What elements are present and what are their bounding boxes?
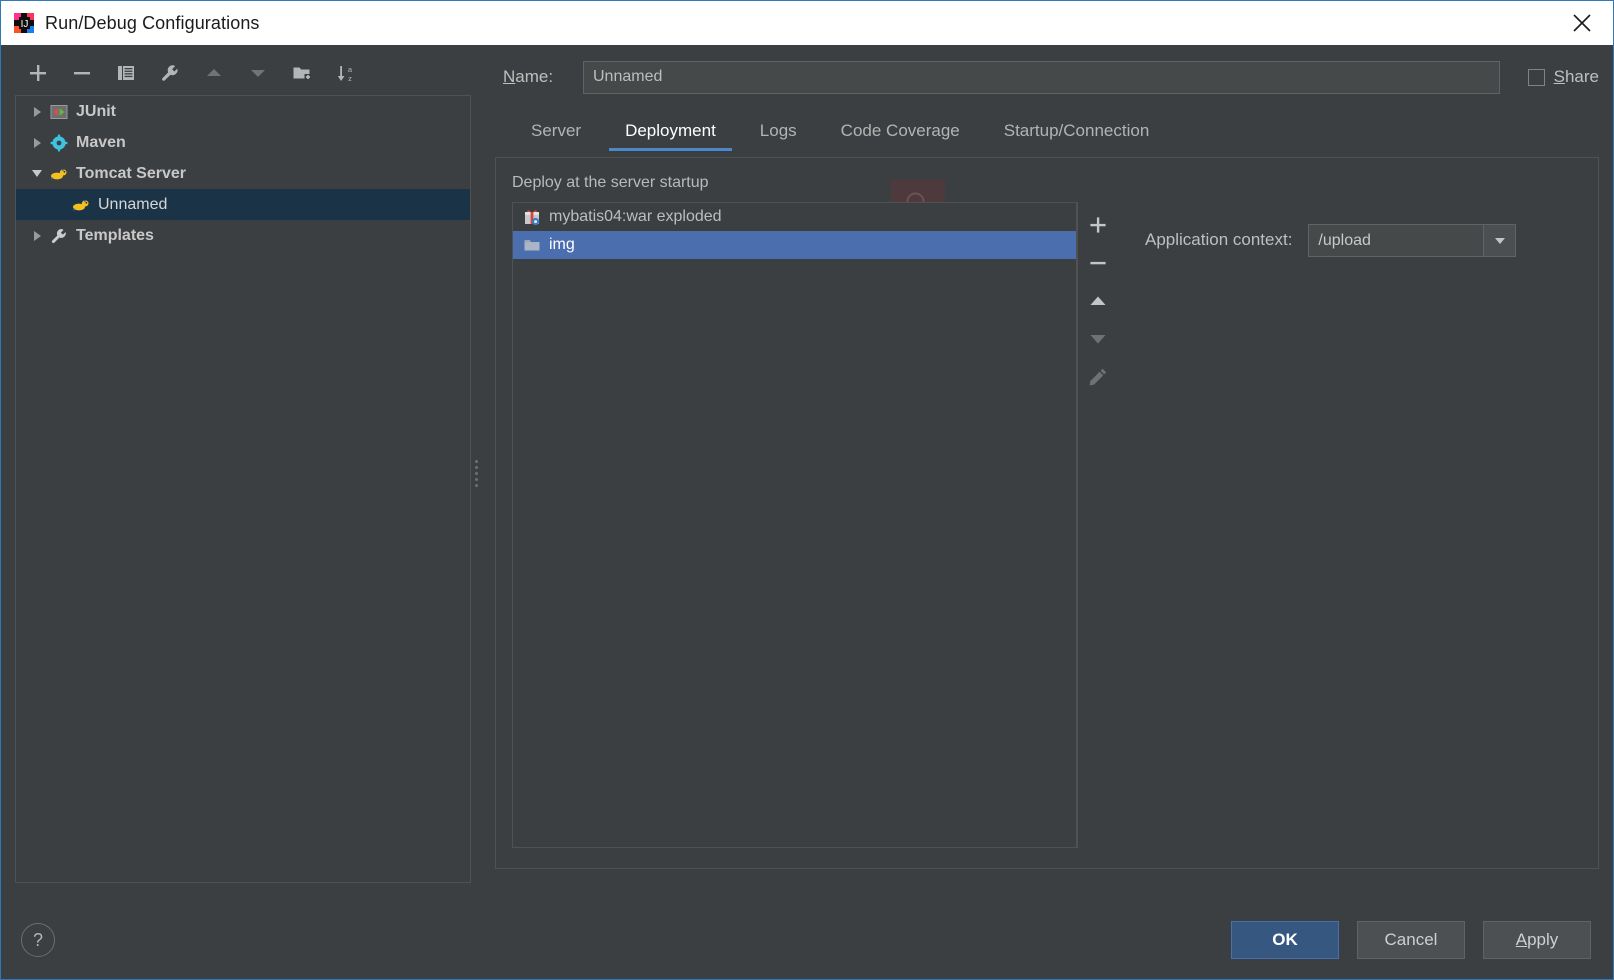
tree-item-label: Templates xyxy=(76,227,154,245)
artifact-list[interactable]: mybatis04:war exploded img xyxy=(512,202,1077,848)
svg-text:IJ: IJ xyxy=(21,19,29,30)
folder-icon xyxy=(521,236,543,254)
tab-server[interactable]: Server xyxy=(509,111,603,151)
chevron-down-icon[interactable] xyxy=(26,170,48,177)
junit-icon xyxy=(48,103,70,121)
move-artifact-down-button[interactable] xyxy=(1081,322,1115,356)
move-artifact-up-button[interactable] xyxy=(1081,284,1115,318)
share-label-mnemonic: S xyxy=(1554,67,1565,86)
tree-item-maven[interactable]: Maven xyxy=(16,127,470,158)
ok-button[interactable]: OK xyxy=(1231,921,1339,959)
configuration-editor-panel: Name: Share Server Deployment Logs Code … xyxy=(481,45,1613,901)
tree-item-label: Unnamed xyxy=(98,196,167,214)
arrow-up-icon[interactable] xyxy=(199,58,229,88)
svg-text:z: z xyxy=(348,74,352,83)
deploy-group-title: Deploy at the server startup xyxy=(512,174,1580,192)
apply-label-mnemonic: A xyxy=(1516,930,1527,950)
splitter-grip-icon xyxy=(475,460,478,487)
application-context-row: Application context: /upload xyxy=(1117,202,1580,848)
tab-code-coverage[interactable]: Code Coverage xyxy=(819,111,982,151)
dialog-body: a z JUnit xyxy=(1,45,1613,901)
application-context-combo[interactable]: /upload xyxy=(1308,224,1516,257)
chevron-right-icon[interactable] xyxy=(26,231,48,241)
configurations-toolbar: a z xyxy=(15,53,471,93)
dialog-footer: ? OK Cancel Apply xyxy=(1,901,1613,979)
title-bar: IJ Run/Debug Configurations xyxy=(1,1,1613,45)
share-checkbox-box[interactable] xyxy=(1528,69,1545,86)
add-artifact-button[interactable] xyxy=(1081,208,1115,242)
remove-configuration-button[interactable] xyxy=(67,58,97,88)
tree-item-label: JUnit xyxy=(76,103,116,121)
list-item-label: img xyxy=(549,236,575,254)
name-label-rest: ame: xyxy=(515,67,553,86)
tree-item-label: Maven xyxy=(76,134,126,152)
sort-az-icon[interactable]: a z xyxy=(331,58,361,88)
remove-artifact-button[interactable] xyxy=(1081,246,1115,280)
footer-buttons: OK Cancel Apply xyxy=(1231,921,1591,959)
maven-gear-icon xyxy=(48,134,70,152)
tab-logs[interactable]: Logs xyxy=(738,111,819,151)
copy-icon[interactable] xyxy=(111,58,141,88)
tomcat-icon xyxy=(70,196,92,214)
configuration-tabs: Server Deployment Logs Code Coverage Sta… xyxy=(495,105,1599,151)
chevron-down-icon[interactable] xyxy=(1483,225,1515,256)
svg-text:a: a xyxy=(348,65,353,74)
chevron-right-icon[interactable] xyxy=(26,107,48,117)
tree-item-label: Tomcat Server xyxy=(76,165,186,183)
run-debug-configurations-dialog: IJ Run/Debug Configurations xyxy=(0,0,1614,980)
application-context-label: Application context: xyxy=(1145,224,1292,256)
deployment-area: mybatis04:war exploded img xyxy=(512,202,1580,848)
apply-button[interactable]: Apply xyxy=(1483,921,1591,959)
chevron-right-icon[interactable] xyxy=(26,138,48,148)
deployment-tab-panel: Deploy at the server startup xyxy=(495,157,1599,869)
configurations-tree[interactable]: JUnit Maven xyxy=(15,95,471,883)
share-label-rest: hare xyxy=(1565,67,1599,86)
apply-label-rest: pply xyxy=(1527,930,1558,950)
artifact-list-buttons xyxy=(1077,202,1117,848)
tab-deployment[interactable]: Deployment xyxy=(603,111,738,151)
tomcat-icon xyxy=(48,165,70,183)
list-item[interactable]: mybatis04:war exploded xyxy=(513,203,1076,231)
name-input[interactable] xyxy=(583,61,1500,94)
share-label: Share xyxy=(1554,67,1599,87)
name-row: Name: Share xyxy=(495,53,1599,101)
configurations-panel: a z JUnit xyxy=(1,45,471,901)
tree-item-tomcat-server[interactable]: Tomcat Server xyxy=(16,158,470,189)
folder-add-icon[interactable] xyxy=(287,58,317,88)
wrench-icon xyxy=(48,227,70,245)
list-item[interactable]: img xyxy=(513,231,1076,259)
tree-item-unnamed[interactable]: Unnamed xyxy=(16,189,470,220)
artifact-list-container: mybatis04:war exploded img xyxy=(512,202,1117,848)
arrow-down-icon[interactable] xyxy=(243,58,273,88)
name-label: Name: xyxy=(503,67,583,87)
window-title: Run/Debug Configurations xyxy=(45,13,260,34)
share-checkbox[interactable]: Share xyxy=(1528,67,1599,87)
add-configuration-button[interactable] xyxy=(23,58,53,88)
application-context-value[interactable]: /upload xyxy=(1309,225,1483,256)
artifact-war-icon xyxy=(521,208,543,226)
name-label-mnemonic: N xyxy=(503,67,515,86)
tab-startup-connection[interactable]: Startup/Connection xyxy=(982,111,1172,151)
tree-item-junit[interactable]: JUnit xyxy=(16,96,470,127)
cancel-button[interactable]: Cancel xyxy=(1357,921,1465,959)
wrench-icon[interactable] xyxy=(155,58,185,88)
list-item-label: mybatis04:war exploded xyxy=(549,208,722,226)
help-button[interactable]: ? xyxy=(21,923,55,957)
tree-item-templates[interactable]: Templates xyxy=(16,220,470,251)
edit-artifact-button[interactable] xyxy=(1081,360,1115,394)
close-icon[interactable] xyxy=(1551,1,1613,45)
intellij-idea-icon: IJ xyxy=(13,12,35,34)
panel-splitter[interactable] xyxy=(471,45,481,901)
